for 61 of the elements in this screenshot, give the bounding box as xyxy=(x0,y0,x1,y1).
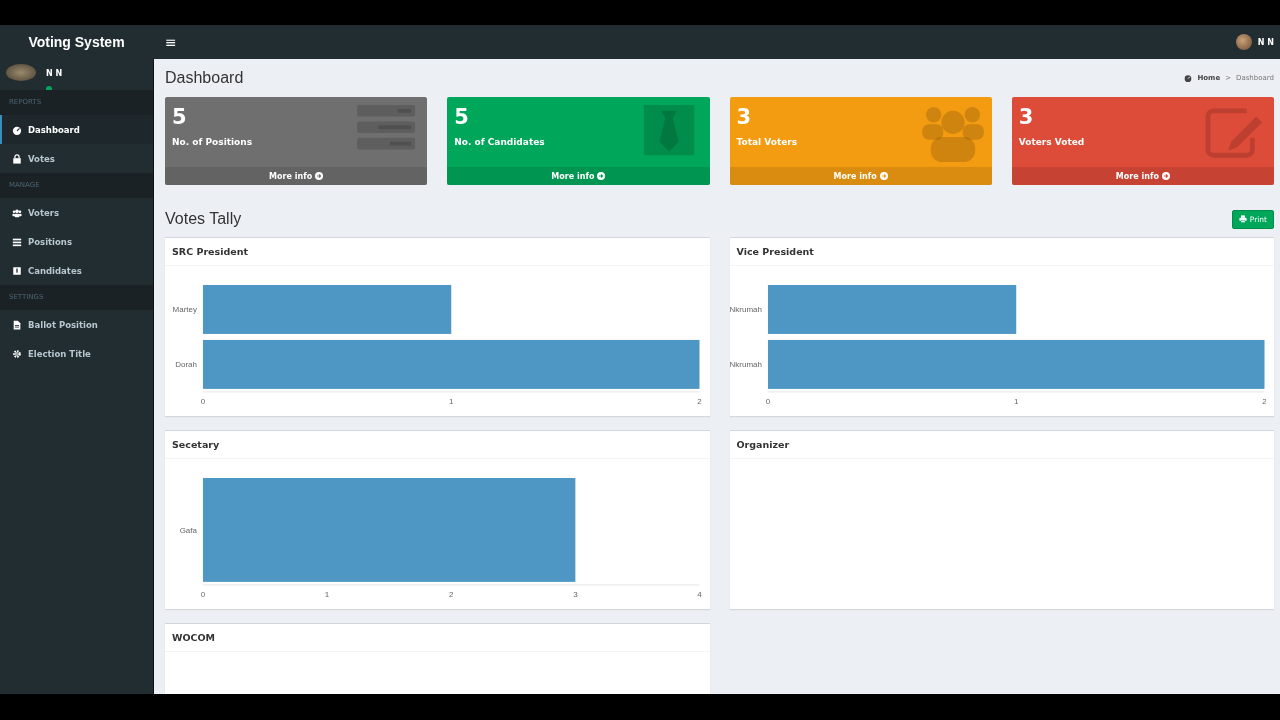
more-info-link[interactable]: More info xyxy=(447,167,710,185)
list-icon xyxy=(12,236,22,247)
arrow-circle-icon xyxy=(597,172,606,180)
stat-label: No. of Positions xyxy=(172,137,254,147)
panel-title: Secetary xyxy=(165,431,710,459)
brand-title: Voting System xyxy=(27,34,126,50)
gear-icon xyxy=(12,348,22,359)
category-label: Martey xyxy=(172,305,197,315)
lock-icon xyxy=(12,153,22,164)
axis-tick-label: 0 xyxy=(765,396,770,406)
section-title: Votes Tally xyxy=(165,210,242,228)
page-title: Dashboard xyxy=(165,69,244,87)
file-icon xyxy=(12,319,22,330)
arrow-circle-icon xyxy=(879,172,888,180)
panel-title: Vice President xyxy=(729,238,1274,266)
axis-tick-label: 0 xyxy=(200,396,206,406)
stat-value: 3 xyxy=(736,105,753,129)
stat-label: No. of Candidates xyxy=(454,137,546,147)
category-label: Nkrumah xyxy=(729,305,762,315)
card-icon xyxy=(12,265,22,276)
axis-tick-label: 2 xyxy=(1261,396,1266,406)
sidebar-item[interactable]: Positions xyxy=(0,227,153,256)
user-name: N N xyxy=(46,69,63,78)
dashboard-icon xyxy=(1184,74,1193,82)
more-info-link[interactable]: More info xyxy=(1011,167,1274,185)
users-icon xyxy=(12,207,22,218)
sidebar-item[interactable]: Election Title xyxy=(0,339,153,368)
stat-value: 3 xyxy=(1018,105,1035,129)
users-icon xyxy=(921,105,984,163)
stat-value: 5 xyxy=(172,105,188,129)
category-label: Gafa xyxy=(179,525,197,535)
arrow-circle-icon xyxy=(1161,172,1170,180)
stat-value: 5 xyxy=(454,105,470,129)
axis-tick-label: 4 xyxy=(697,589,702,599)
sidebar-item[interactable]: Ballot Position xyxy=(0,310,153,339)
panel-title: WOCOM xyxy=(165,624,710,652)
more-info-link[interactable]: More info xyxy=(165,167,428,185)
axis-tick-label: 2 xyxy=(697,396,702,406)
axis-tick-label: 1 xyxy=(449,396,454,406)
axis-tick-label: 1 xyxy=(324,589,330,599)
axis-tick-label: 2 xyxy=(449,589,454,599)
sidebar-item[interactable]: Dashboard xyxy=(0,115,153,144)
axis-tick-label: 1 xyxy=(1013,396,1018,406)
category-label: Dorah xyxy=(175,360,197,370)
user-name[interactable]: N N xyxy=(1257,37,1274,47)
printer-icon xyxy=(1238,215,1247,223)
menu-button[interactable]: ≡ xyxy=(161,34,181,50)
sidebar-item[interactable]: Votes xyxy=(0,144,153,173)
avatar-icon[interactable] xyxy=(1235,34,1252,50)
sidebar-item[interactable]: Candidates xyxy=(0,256,153,285)
category-label: Nkrumah xyxy=(729,360,762,370)
sidebar-item[interactable]: Voters xyxy=(0,198,153,227)
stat-label: Voters Voted xyxy=(1018,137,1086,147)
panel-title: SRC President xyxy=(165,238,710,266)
panel-title: Organizer xyxy=(729,431,1274,459)
axis-tick-label: 3 xyxy=(573,589,578,599)
arrow-circle-icon xyxy=(315,172,324,180)
dashboard-icon xyxy=(12,124,22,135)
axis-tick-label: 0 xyxy=(200,589,206,599)
stat-label: Total Voters xyxy=(736,137,799,147)
avatar-icon xyxy=(6,64,36,81)
